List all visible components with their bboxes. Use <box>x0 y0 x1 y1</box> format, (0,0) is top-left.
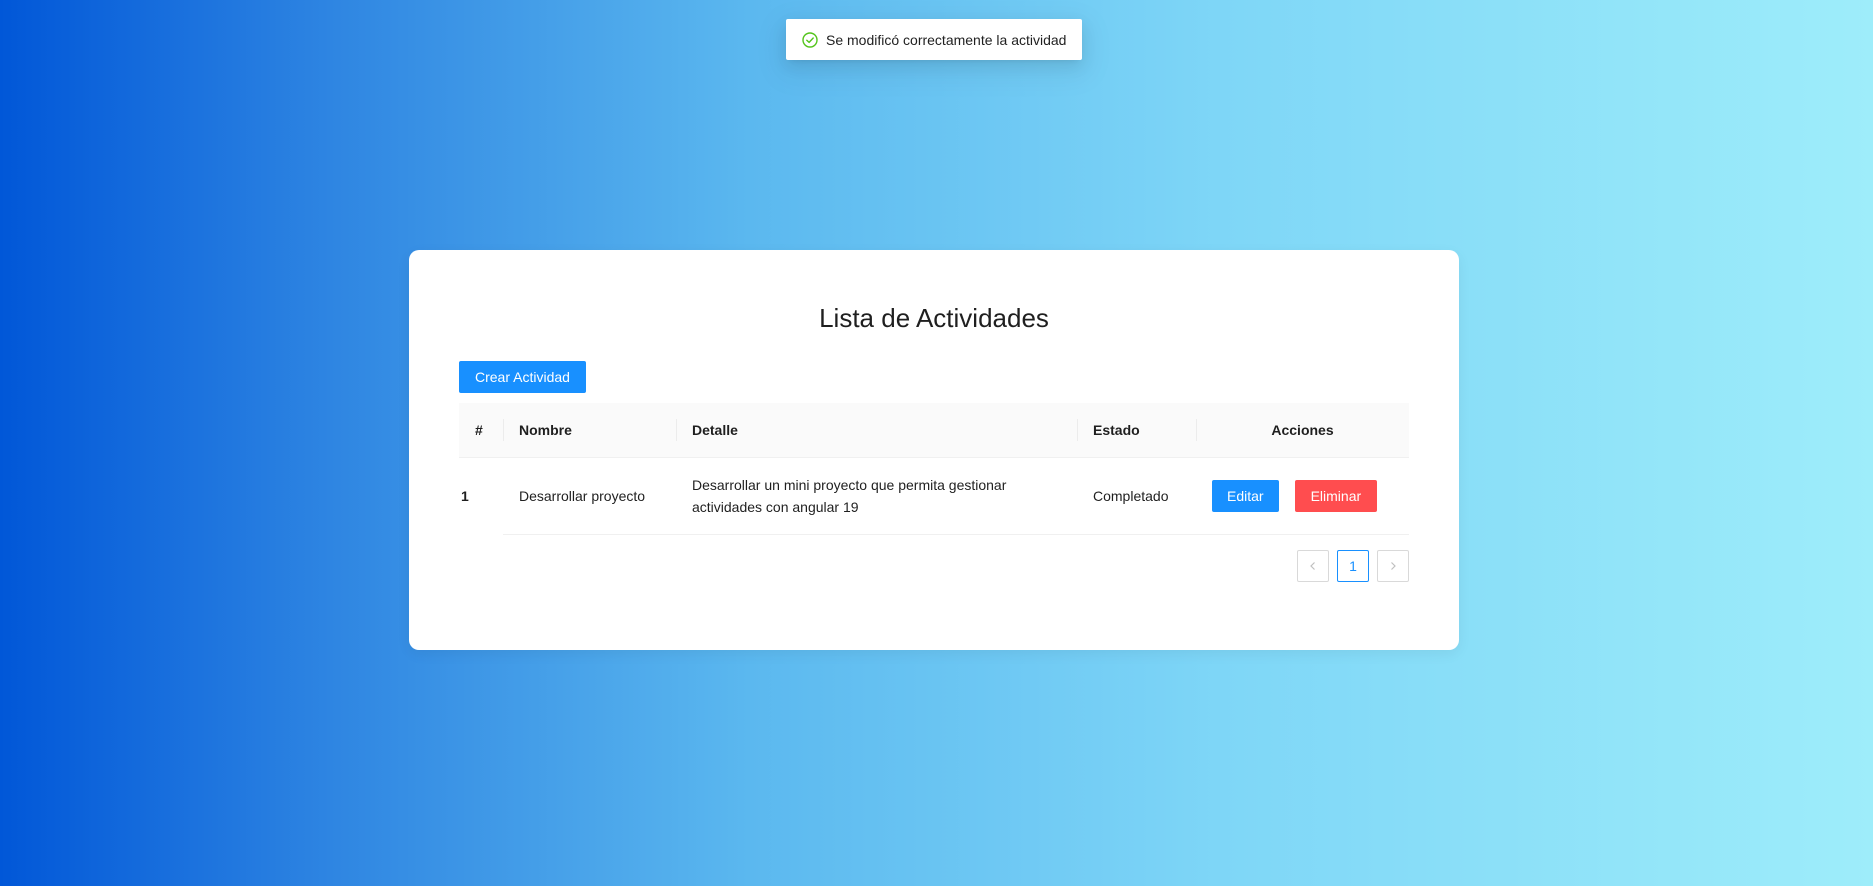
edit-button[interactable]: Editar <box>1212 479 1279 512</box>
activities-table: # Nombre Detalle Estado Acciones 1 Desar… <box>459 403 1409 535</box>
column-header-actions: Acciones <box>1196 403 1409 458</box>
create-activity-button[interactable]: Crear Actividad <box>459 361 586 393</box>
delete-button[interactable]: Eliminar <box>1294 479 1378 512</box>
column-header-name: Nombre <box>503 403 676 458</box>
row-index: 1 <box>461 487 469 504</box>
next-page-button[interactable] <box>1377 550 1409 582</box>
toast-message: Se modificó correctamente la actividad <box>826 31 1067 48</box>
table-row: 1 Desarrollar proyecto Desarrollar un mi… <box>459 457 1409 535</box>
page-number-button[interactable]: 1 <box>1337 550 1369 582</box>
row-name: Desarrollar proyecto <box>503 457 676 535</box>
table-header-row: # Nombre Detalle Estado Acciones <box>459 403 1409 458</box>
check-circle-icon <box>802 31 818 48</box>
chevron-left-icon <box>1308 558 1318 574</box>
column-header-index: # <box>459 403 503 458</box>
row-actions: Editar Eliminar <box>1196 457 1409 535</box>
prev-page-button[interactable] <box>1297 550 1329 582</box>
success-toast: Se modificó correctamente la actividad <box>786 19 1082 60</box>
row-status: Completado <box>1077 457 1196 535</box>
row-detail: Desarrollar un mini proyecto que permita… <box>676 457 1077 535</box>
pagination: 1 <box>1297 550 1409 582</box>
column-header-status: Estado <box>1077 403 1196 458</box>
activities-card: Lista de Actividades Crear Actividad # N… <box>409 250 1459 650</box>
chevron-right-icon <box>1388 558 1398 574</box>
page-title: Lista de Actividades <box>819 303 1049 333</box>
column-header-detail: Detalle <box>676 403 1077 458</box>
